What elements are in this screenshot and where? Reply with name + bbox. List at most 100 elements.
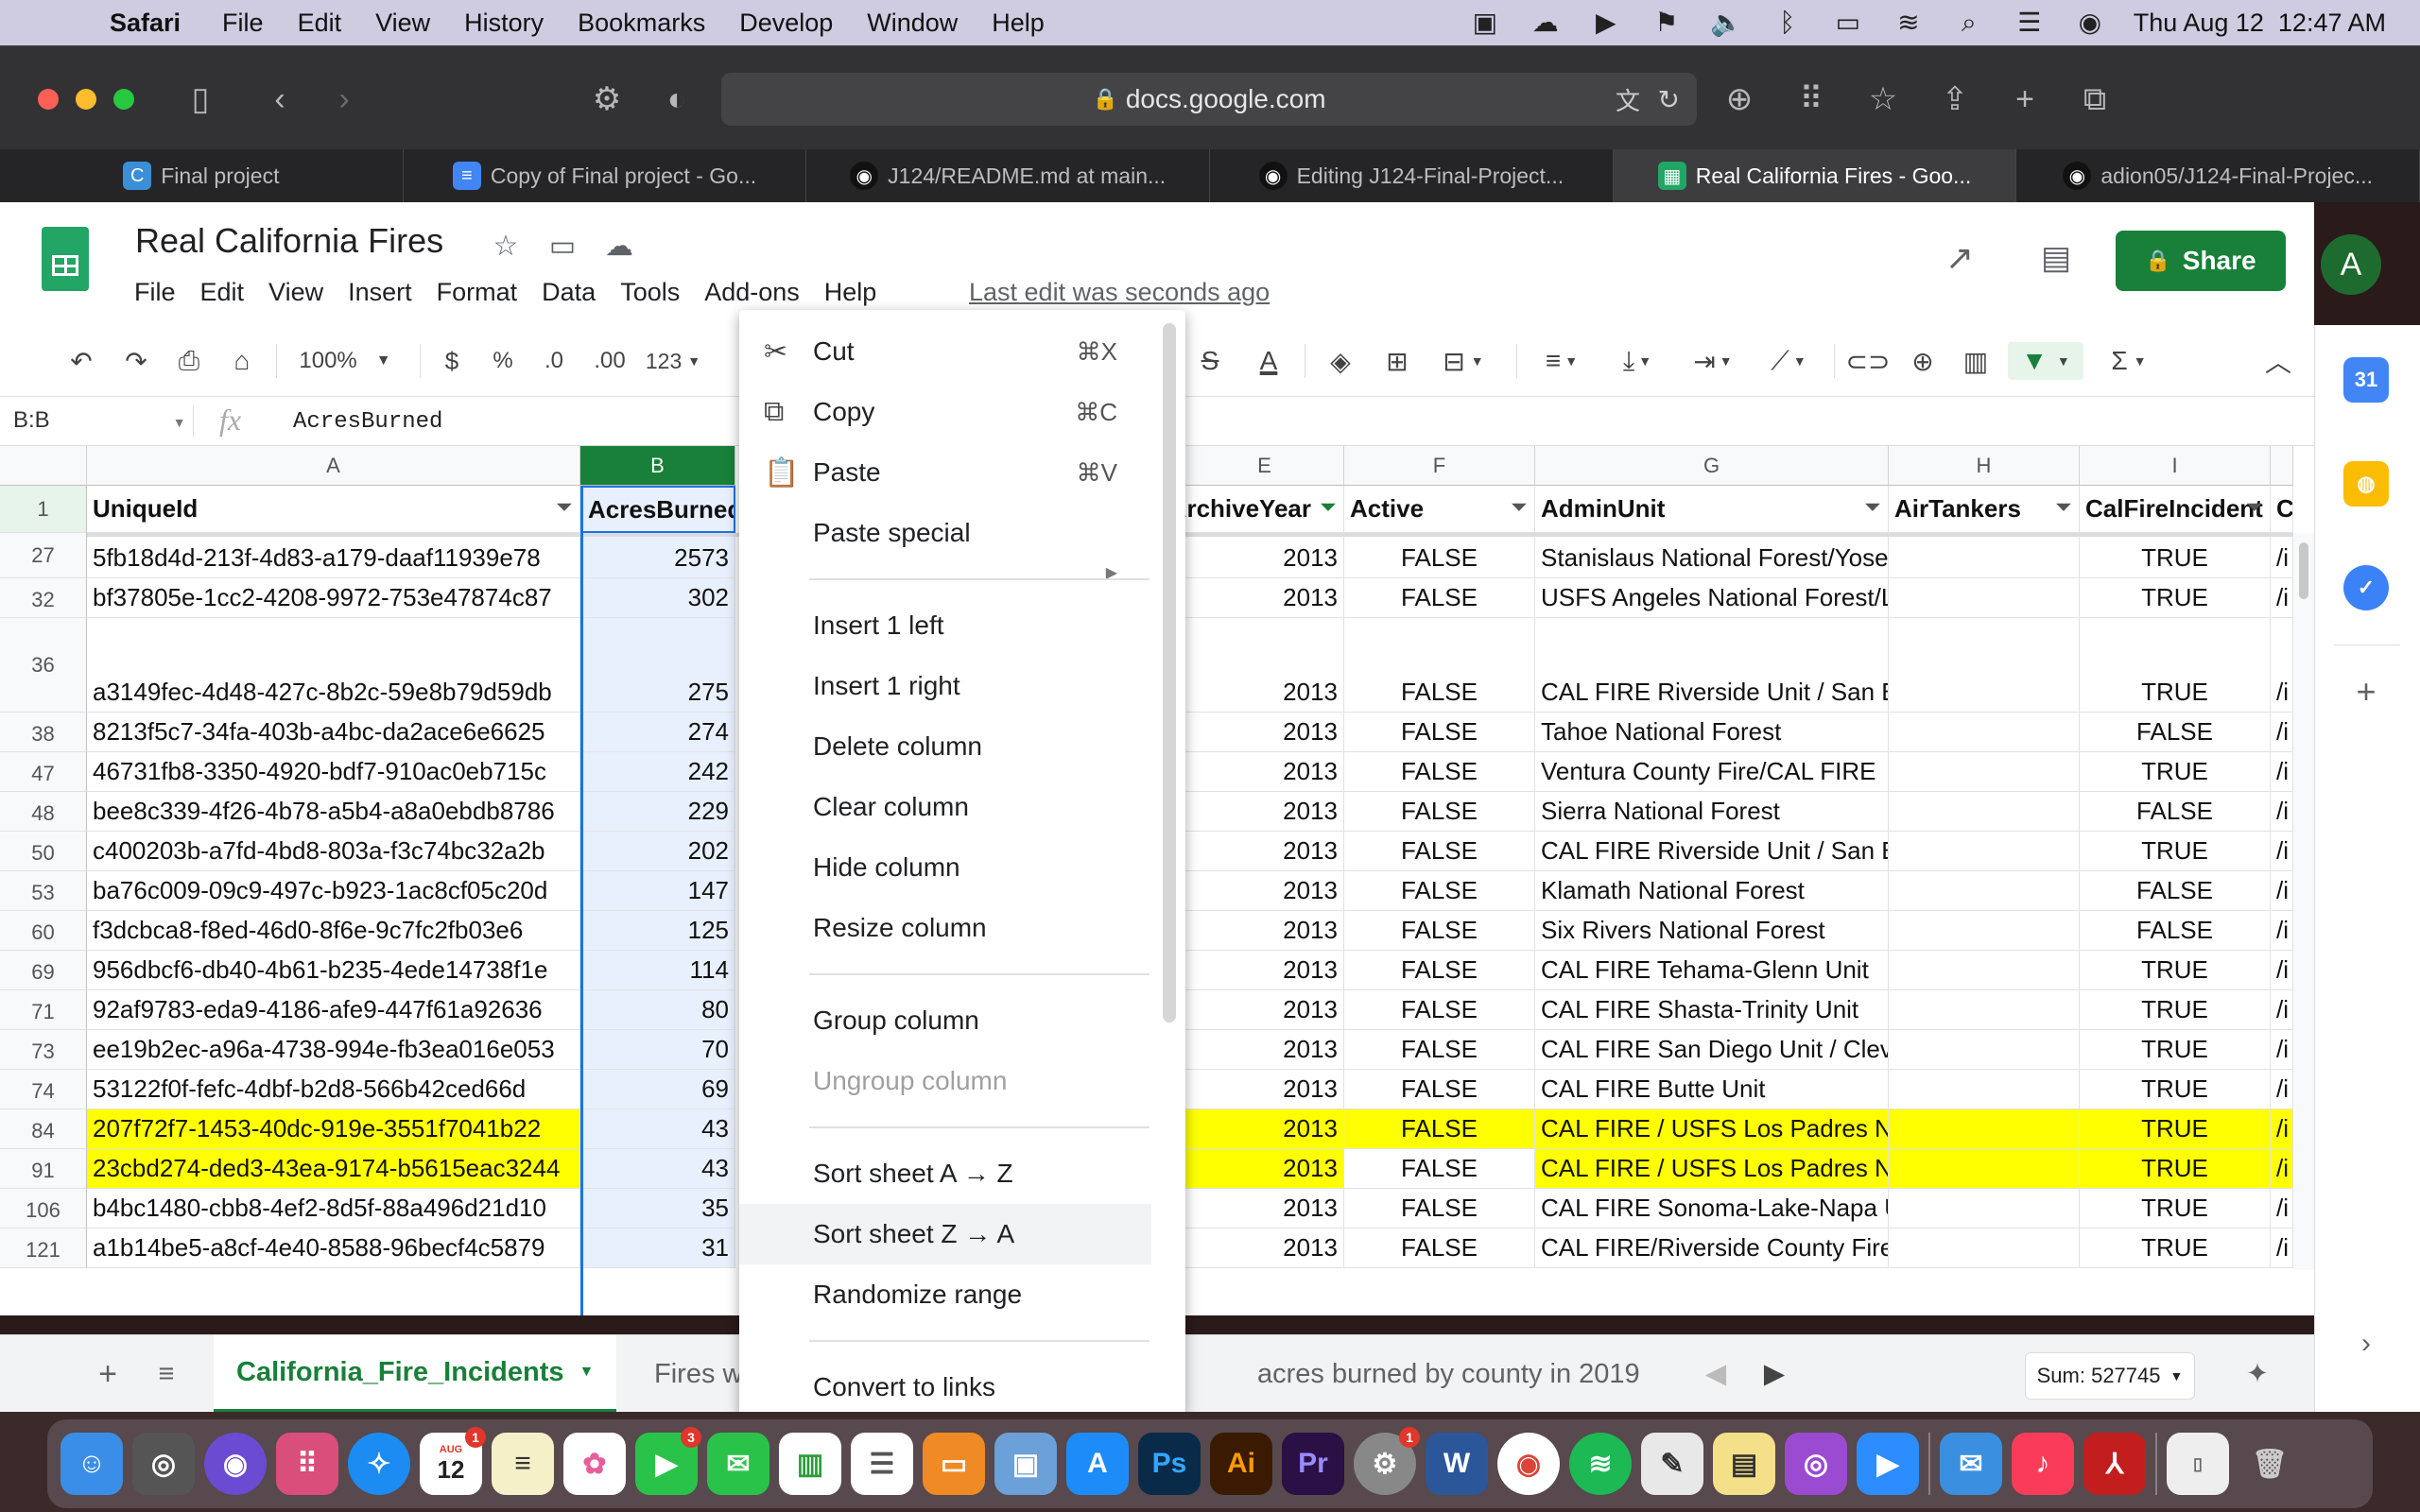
cell-i[interactable]: FALSE xyxy=(2080,871,2271,911)
google-sheets-logo[interactable] xyxy=(42,227,89,291)
cell-f[interactable]: FALSE xyxy=(1344,832,1535,871)
filter-toggle-icon[interactable]: ▼ ▼ xyxy=(2008,342,2083,380)
menu-help[interactable]: Help xyxy=(992,9,1045,38)
cell-j[interactable]: /i xyxy=(2271,1189,2293,1228)
menu-item-resize-column[interactable]: Resize column xyxy=(739,898,1155,958)
move-folder-icon[interactable]: ▭ xyxy=(544,229,580,265)
text-rotation-icon[interactable]: ⟋ ▼ xyxy=(1760,342,1817,380)
row-header[interactable]: 38 xyxy=(0,713,87,752)
menu-bar-clock[interactable]: Thu Aug 12 12:47 AM xyxy=(2134,9,2386,38)
cell-g[interactable]: USFS Angeles National Forest/Los Angeles… xyxy=(1535,578,1889,618)
menu-window[interactable]: Window xyxy=(867,9,958,38)
cell-i[interactable]: FALSE xyxy=(2080,911,2271,951)
cell-a[interactable]: 5fb18d4d-213f-4d83-a179-daaf11939e78 xyxy=(87,533,580,578)
cell-e[interactable]: 2013 xyxy=(1185,832,1344,871)
menu-insert[interactable]: Insert xyxy=(348,278,412,307)
menu-item-copy[interactable]: ⧉ Copy ⌘C xyxy=(739,382,1155,442)
more-formats-select[interactable]: 123 ▼ xyxy=(639,342,707,380)
cell-a[interactable]: ba76c009-09c9-497c-b923-1ac8cf05c20d xyxy=(87,871,580,911)
cell-g[interactable]: CAL FIRE Tehama-Glenn Unit xyxy=(1535,951,1889,990)
cell-b[interactable]: 242 xyxy=(580,752,735,792)
cell-j[interactable]: /i xyxy=(2271,1149,2293,1189)
paint-format-icon[interactable]: ⌂ xyxy=(223,342,261,380)
cell-h[interactable] xyxy=(1889,533,2080,578)
cell-g[interactable]: CAL FIRE / USFS Los Padres National Fore… xyxy=(1535,1109,1889,1149)
submenu-indicator[interactable]: ▶ xyxy=(739,554,1155,592)
add-on-plus-icon[interactable]: + xyxy=(2343,669,2389,714)
cell-f[interactable]: FALSE xyxy=(1344,911,1535,951)
google-tasks-icon[interactable]: ✓ xyxy=(2343,565,2389,610)
filter-icon[interactable]: ⏷ xyxy=(557,497,572,519)
browser-tab[interactable]: ≡ Copy of Final project - Go... xyxy=(404,149,807,202)
word-icon[interactable]: W xyxy=(1426,1433,1488,1495)
battery-icon[interactable]: ▭ xyxy=(1831,6,1865,40)
cell-f[interactable]: FALSE xyxy=(1344,1030,1535,1070)
scroll-tabs-right-icon[interactable]: ▶ xyxy=(1760,1335,1789,1413)
stickies-icon[interactable]: ▤ xyxy=(1713,1433,1775,1495)
menu-item-sort-a-z[interactable]: Sort sheet A → Z xyxy=(739,1143,1155,1204)
csv-file-icon[interactable]: ▯ xyxy=(2167,1433,2229,1495)
cell-b[interactable]: 31 xyxy=(580,1228,735,1268)
menu-edit[interactable]: Edit xyxy=(298,9,342,38)
row-header[interactable]: 91 xyxy=(0,1149,87,1189)
cell-h[interactable] xyxy=(1889,1030,2080,1070)
header-cell-b[interactable]: AcresBurned xyxy=(580,486,735,533)
column-header-e[interactable]: E xyxy=(1185,446,1344,486)
menu-item-cut[interactable]: ✂ Cut ⌘X xyxy=(739,321,1155,382)
cell-a[interactable]: 207f72f7-1453-40dc-919e-3551f7041b22 xyxy=(87,1109,580,1149)
format-percent-button[interactable]: % xyxy=(486,342,520,380)
row-header[interactable]: 50 xyxy=(0,832,87,871)
cell-h[interactable] xyxy=(1889,618,2080,713)
cell-a[interactable]: 23cbd274-ded3-43ea-9174-b5615eac3244 xyxy=(87,1149,580,1189)
menu-item-insert-right[interactable]: Insert 1 right xyxy=(739,656,1155,716)
menu-app-name[interactable]: Safari xyxy=(110,9,181,38)
last-edit-link[interactable]: Last edit was seconds ago xyxy=(969,278,1270,307)
acrobat-icon[interactable]: ⅄ xyxy=(2083,1433,2146,1495)
cell-g[interactable]: Six Rivers National Forest xyxy=(1535,911,1889,951)
reload-icon[interactable]: ↻ xyxy=(1658,84,1680,115)
browser-tab[interactable]: ◉ Editing J124-Final-Project... xyxy=(1210,149,1614,202)
cell-e[interactable]: 2013 xyxy=(1185,1149,1344,1189)
menu-item-group-column[interactable]: Group column xyxy=(739,990,1155,1051)
cell-a[interactable]: a3149fec-4d48-427c-8b2c-59e8b79d59db xyxy=(87,618,580,713)
row-header[interactable]: 48 xyxy=(0,792,87,832)
menu-item-sort-z-a[interactable]: Sort sheet Z → A xyxy=(739,1204,1151,1264)
cell-j[interactable]: /i xyxy=(2271,1109,2293,1149)
text-wrap-icon[interactable]: ⇥ ▼ xyxy=(1685,342,1741,380)
cell-i[interactable]: FALSE xyxy=(2080,713,2271,752)
cell-j[interactable]: /i xyxy=(2271,752,2293,792)
row-header[interactable]: 47 xyxy=(0,752,87,792)
cell-e[interactable]: 2013 xyxy=(1185,951,1344,990)
cell-i[interactable]: TRUE xyxy=(2080,1070,2271,1109)
row-header[interactable]: 84 xyxy=(0,1109,87,1149)
back-arrow-icon[interactable]: ‹ xyxy=(259,78,301,120)
header-cell-e[interactable]: ArchiveYear⏷ xyxy=(1185,486,1344,533)
menu-edit[interactable]: Edit xyxy=(200,278,245,307)
address-bar[interactable]: 🔒 docs.google.com 文 ↻ xyxy=(721,73,1697,126)
cell-a[interactable]: a1b14be5-a8cf-4e40-8588-96becf4c5879 xyxy=(87,1228,580,1268)
cell-h[interactable] xyxy=(1889,1189,2080,1228)
share-button[interactable]: 🔒 Share xyxy=(2116,231,2286,291)
menu-bookmarks[interactable]: Bookmarks xyxy=(578,9,705,38)
cell-e[interactable]: 2013 xyxy=(1185,1070,1344,1109)
cell-b[interactable]: 302 xyxy=(580,578,735,618)
cell-f[interactable]: FALSE xyxy=(1344,618,1535,713)
column-header-b[interactable]: B xyxy=(580,446,735,486)
music-icon[interactable]: ♪ xyxy=(2012,1433,2074,1495)
scroll-tabs-left-icon[interactable]: ◀ xyxy=(1702,1335,1730,1413)
cell-f[interactable]: FALSE xyxy=(1344,713,1535,752)
comments-icon[interactable]: ▤ xyxy=(2038,240,2074,276)
menu-view[interactable]: View xyxy=(375,9,430,38)
cell-g[interactable]: Ventura County Fire/CAL FIRE xyxy=(1535,752,1889,792)
settings-gear-icon[interactable]: ⚙ xyxy=(586,78,628,120)
cell-f[interactable]: FALSE xyxy=(1344,990,1535,1030)
cell-e[interactable]: 2013 xyxy=(1185,618,1344,713)
column-header-h[interactable]: H xyxy=(1889,446,2080,486)
cell-f[interactable]: FALSE xyxy=(1344,951,1535,990)
cell-a[interactable]: 8213f5c7-34fa-403b-a4bc-da2ace6e6625 xyxy=(87,713,580,752)
cell-h[interactable] xyxy=(1889,752,2080,792)
cell-e[interactable]: 2013 xyxy=(1185,752,1344,792)
cell-g[interactable]: Sierra National Forest xyxy=(1535,792,1889,832)
cell-j[interactable]: /i xyxy=(2271,792,2293,832)
filter-icon[interactable]: ⏷ xyxy=(1865,497,1880,519)
